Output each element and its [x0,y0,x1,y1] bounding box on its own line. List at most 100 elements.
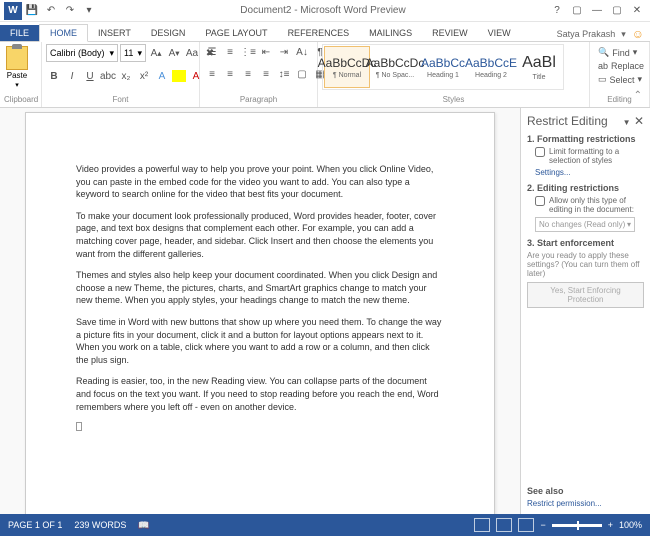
zoom-level[interactable]: 100% [619,520,642,530]
italic-button[interactable]: I [64,68,80,84]
ribbon-tabs: FILE HOME INSERT DESIGN PAGE LAYOUT REFE… [0,22,650,42]
ribbon-options-icon[interactable]: ▢ [568,2,586,20]
panel-options-icon[interactable]: ▼ [623,118,631,127]
multilevel-icon[interactable]: ⋮≡ [240,44,256,60]
panel-close-icon[interactable]: ✕ [634,114,644,128]
web-layout-icon[interactable] [518,518,534,532]
tab-design[interactable]: DESIGN [141,25,196,41]
window-title: Document2 - Microsoft Word Preview [98,5,548,16]
minimize-icon[interactable]: — [588,2,606,20]
line-spacing-icon[interactable]: ↕≡ [276,66,292,82]
start-enforcing-button[interactable]: Yes, Start Enforcing Protection [527,282,644,308]
highlight-icon[interactable] [172,70,186,82]
settings-link[interactable]: Settings... [527,168,644,177]
undo-icon[interactable]: ↶ [42,2,60,20]
proofing-icon[interactable]: 📖 [138,520,149,531]
user-name[interactable]: Satya Prakash [557,29,616,39]
redo-icon[interactable]: ↷ [61,2,79,20]
close-icon[interactable]: ✕ [628,2,646,20]
font-size-select[interactable]: 11▾ [120,44,146,62]
tab-home[interactable]: HOME [39,24,88,42]
styles-gallery[interactable]: AaBbCcDc¶ Normal AaBbCcDc¶ No Spac... Aa… [322,44,564,90]
increase-indent-icon[interactable]: ⇥ [276,44,292,60]
styles-group-label: Styles [322,95,585,105]
font-group-label: Font [46,95,195,105]
read-mode-icon[interactable] [474,518,490,532]
tab-review[interactable]: REVIEW [422,25,478,41]
font-name-select[interactable]: Calibri (Body)▾ [46,44,118,62]
style-heading2[interactable]: AaBbCcEHeading 2 [468,46,514,88]
superscript-button[interactable]: x² [136,68,152,84]
underline-button[interactable]: U [82,68,98,84]
style-normal[interactable]: AaBbCcDc¶ Normal [324,46,370,88]
style-title[interactable]: AaBlTitle [516,46,562,88]
style-heading1[interactable]: AaBbCcHeading 1 [420,46,466,88]
sort-icon[interactable]: A↓ [294,44,310,60]
align-left-icon[interactable]: ≡ [204,66,220,82]
paragraph[interactable]: Video provides a powerful way to help yo… [76,163,444,201]
restrict-permission-link[interactable]: Restrict permission... [527,499,644,508]
bullets-icon[interactable]: ☰ [204,44,220,60]
main-area: Video provides a powerful way to help yo… [0,108,650,514]
page-indicator[interactable]: PAGE 1 OF 1 [8,520,62,531]
subscript-button[interactable]: x₂ [118,68,134,84]
paste-label: Paste [7,71,27,80]
clipboard-group-label: Clipboard [4,95,37,105]
select-button[interactable]: ▭Select ▾ [596,73,643,86]
save-icon[interactable]: 💾 [23,2,41,20]
align-right-icon[interactable]: ≡ [240,66,256,82]
section-enforcement: 3. Start enforcement [527,238,644,248]
print-layout-icon[interactable] [496,518,512,532]
limit-formatting-check[interactable]: Limit formatting to a selection of style… [527,147,644,165]
numbering-icon[interactable]: ≡ [222,44,238,60]
allow-editing-check[interactable]: Allow only this type of editing in the d… [527,196,644,214]
qat-customize-icon[interactable]: ▾ [80,2,98,20]
ribbon: Paste ▾ Clipboard Calibri (Body)▾ 11▾ A▴… [0,42,650,108]
zoom-out-icon[interactable]: − [540,520,545,530]
chevron-down-icon: ▾ [627,220,631,229]
shading-icon[interactable]: ▢ [294,66,310,82]
decrease-indent-icon[interactable]: ⇤ [258,44,274,60]
section-formatting: 1. Formatting restrictions [527,134,644,144]
align-center-icon[interactable]: ≡ [222,66,238,82]
titlebar: W 💾 ↶ ↷ ▾ Document2 - Microsoft Word Pre… [0,0,650,22]
justify-icon[interactable]: ≡ [258,66,274,82]
help-icon[interactable]: ? [548,2,566,20]
see-also-label: See also [527,486,644,496]
paragraph[interactable]: Reading is easier, too, in the new Readi… [76,375,444,413]
bold-button[interactable]: B [46,68,62,84]
collapse-ribbon-icon[interactable]: ⌃ [634,90,642,101]
word-icon: W [4,2,22,20]
zoom-slider[interactable] [552,524,602,527]
style-nospacing[interactable]: AaBbCcDc¶ No Spac... [372,46,418,88]
tab-view[interactable]: VIEW [478,25,521,41]
user-dropdown-icon[interactable]: ▾ [621,29,626,40]
grow-font-icon[interactable]: A▴ [148,45,164,61]
statusbar: PAGE 1 OF 1 239 WORDS 📖 − + 100% [0,514,650,536]
enforcement-text: Are you ready to apply these settings? (… [527,251,644,278]
paragraph[interactable]: Themes and styles also help keep your do… [76,269,444,307]
editing-type-select[interactable]: No changes (Read only)▾ [535,217,635,232]
paste-dropdown-icon[interactable]: ▾ [15,81,19,89]
paragraph[interactable]: Save time in Word with new buttons that … [76,316,444,366]
change-case-icon[interactable]: Aa [184,45,200,61]
text-effects-icon[interactable]: A [154,68,170,84]
zoom-in-icon[interactable]: + [608,520,613,530]
strikethrough-button[interactable]: abc [100,68,116,84]
word-count[interactable]: 239 WORDS [74,520,126,531]
cursor-icon [76,422,82,431]
maximize-icon[interactable]: ▢ [608,2,626,20]
document-page[interactable]: Video provides a powerful way to help yo… [25,112,495,514]
find-button[interactable]: 🔍Find ▾ [596,46,643,59]
paragraph[interactable]: To make your document look professionall… [76,210,444,260]
tab-references[interactable]: REFERENCES [278,25,360,41]
document-area[interactable]: Video provides a powerful way to help yo… [0,108,520,514]
replace-button[interactable]: abReplace [596,60,643,72]
paste-button[interactable]: Paste ▾ [4,44,30,91]
tab-insert[interactable]: INSERT [88,25,141,41]
tab-mailings[interactable]: MAILINGS [359,25,422,41]
feedback-icon[interactable]: ☺ [632,27,644,41]
tab-file[interactable]: FILE [0,25,39,41]
shrink-font-icon[interactable]: A▾ [166,45,182,61]
tab-pagelayout[interactable]: PAGE LAYOUT [195,25,277,41]
